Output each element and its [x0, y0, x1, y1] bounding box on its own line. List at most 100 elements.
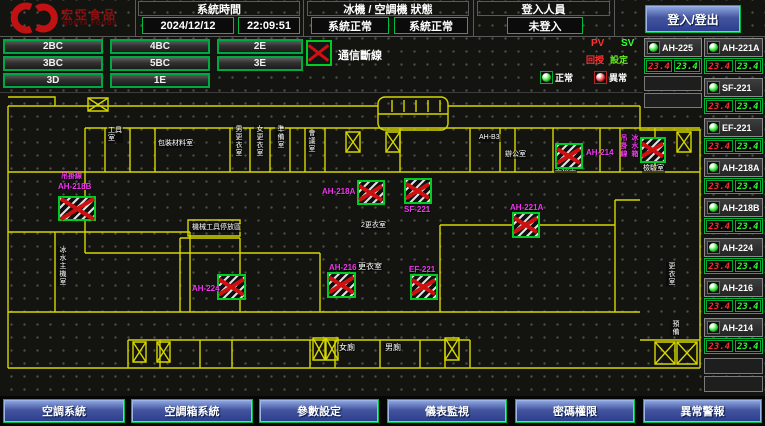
room-label: 會議室: [306, 129, 316, 153]
room-label-mens-toilet: 男廁: [384, 344, 402, 352]
pv-value: 23.4: [706, 60, 733, 72]
feedback-label: 回授: [586, 53, 604, 66]
room-label: 包裝材料室: [157, 140, 194, 148]
unit-row-ah-216[interactable]: AH-216: [704, 278, 763, 297]
unit-values-ah-225: 23.423.4: [644, 58, 702, 74]
sv-value: 23.4: [735, 220, 762, 232]
comm-loss-legend-icon: [306, 40, 332, 66]
device-sf-221-comm-loss[interactable]: [404, 178, 432, 204]
pv-value: 23.4: [706, 220, 733, 232]
floor-button-3bc[interactable]: 3BC: [3, 56, 103, 71]
footer-button-ahu-system[interactable]: 空調箱系統: [132, 400, 252, 422]
room-label-womens-toilet: 女廁: [338, 344, 356, 352]
device-ah-216-comm-loss[interactable]: [327, 272, 356, 298]
room-label: 檢驗室: [642, 165, 665, 173]
normal-led-icon: [540, 71, 553, 84]
legend-normal: 正常: [538, 71, 573, 84]
floor-button-3d[interactable]: 3D: [3, 73, 103, 88]
device-comm-loss[interactable]: [640, 137, 666, 163]
comm-loss-legend-label: 通信斷線: [338, 47, 382, 63]
unit-values-ah-224: 23.423.4: [704, 258, 763, 274]
unit-row-ef-221[interactable]: EF-221: [704, 118, 763, 137]
login-user-label: 登入人員: [477, 1, 610, 16]
unit-name: SF-221: [722, 83, 752, 93]
footer-button-hvac-system[interactable]: 空調系統: [4, 400, 124, 422]
device-label: AH-221A: [510, 203, 543, 212]
status-led-icon: [707, 121, 720, 134]
normal-label: 正常: [555, 71, 573, 84]
status-led-icon: [647, 41, 660, 54]
unit-row-ah-218a[interactable]: AH-218A: [704, 158, 763, 177]
device-ah-221a-comm-loss[interactable]: [512, 212, 540, 238]
device-label: 冰水箱: [629, 134, 639, 158]
unit-name: AH-221A: [722, 43, 760, 53]
sv-value: 23.4: [735, 60, 762, 72]
floor-button-5bc[interactable]: 5BC: [110, 56, 210, 71]
abnormal-led-icon: [594, 71, 607, 84]
pv-value: 23.4: [706, 100, 733, 112]
floor-button-1e[interactable]: 1E: [110, 73, 210, 88]
room-label: 女更衣室: [254, 125, 264, 157]
company-logo-icon: [10, 2, 58, 34]
unit-row-ah-221a[interactable]: AH-221A: [704, 38, 763, 57]
sv-value: 23.4: [674, 60, 700, 72]
status-led-icon: [707, 161, 720, 174]
device-label: SF-221: [404, 205, 430, 214]
room-label: 工具室: [107, 127, 123, 143]
login-status-value: 未登入: [507, 17, 583, 34]
unit-row-ah-224[interactable]: AH-224: [704, 238, 763, 257]
login-logout-button[interactable]: 登入/登出: [646, 6, 740, 32]
chiller-status-value: 系統正常: [311, 17, 389, 34]
unit-name: AH-218A: [722, 163, 760, 173]
floor-button-4bc[interactable]: 4BC: [110, 39, 210, 54]
pv-value: 23.4: [706, 300, 733, 312]
unit-name: EF-221: [722, 123, 752, 133]
unit-name: AH-216: [722, 283, 753, 293]
room-label: 更衣室: [357, 263, 383, 271]
sv-label: SV: [621, 38, 634, 49]
footer-button-alarm[interactable]: 異常警報: [644, 400, 761, 422]
pv-value: 23.4: [706, 180, 733, 192]
unit-name: AH-218B: [722, 203, 760, 213]
device-label: AH-218B: [58, 182, 91, 191]
unit-values-sf-221: 23.423.4: [704, 98, 763, 114]
device-ah-218a-comm-loss[interactable]: [357, 180, 385, 205]
status-led-icon: [707, 321, 720, 334]
device-ah-218b-comm-loss[interactable]: [58, 196, 96, 221]
unit-row-ah-225[interactable]: AH-225: [644, 38, 702, 57]
device-ah-224-comm-loss[interactable]: [217, 274, 246, 300]
room-label: 男更衣室: [233, 125, 243, 157]
floor-button-2bc[interactable]: 2BC: [3, 39, 103, 54]
sv-value: 23.4: [735, 260, 762, 272]
device-label: AH-216: [329, 263, 357, 272]
unit-name: AH-214: [722, 323, 753, 333]
device-ah-214-comm-loss[interactable]: [555, 143, 583, 169]
sv-value: 23.4: [735, 180, 762, 192]
footer-button-meter-monitor[interactable]: 儀表監視: [388, 400, 506, 422]
floor-button-3e[interactable]: 3E: [217, 56, 303, 71]
unit-row-ah-214[interactable]: AH-214: [704, 318, 763, 337]
system-time-label: 系統時間: [138, 1, 300, 16]
unit-values-ah-214: 23.423.4: [704, 338, 763, 354]
footer-button-password-authority[interactable]: 密碼權限: [516, 400, 634, 422]
status-led-icon: [707, 41, 720, 54]
pv-value: 23.4: [646, 60, 672, 72]
device-ef-221-comm-loss[interactable]: [410, 274, 438, 300]
device-label: AH-218A: [322, 187, 355, 196]
footer-button-parameter-settings[interactable]: 參數設定: [260, 400, 378, 422]
room-label: 準備室: [275, 125, 285, 149]
unit-values-ef-221: 23.423.4: [704, 138, 763, 154]
abnormal-label: 異常: [609, 71, 627, 84]
hmi-screen: 宏亞食品 HUNYA FOODS 系統時間 2024/12/12 22:09:5…: [0, 0, 765, 426]
unit-row-ah-218b[interactable]: AH-218B: [704, 198, 763, 217]
status-led-icon: [707, 81, 720, 94]
empty-slot: [644, 93, 702, 108]
device-label: 吊掛線: [61, 171, 82, 181]
device-label: AH-224: [192, 284, 220, 293]
floor-button-2e[interactable]: 2E: [217, 39, 303, 54]
device-label: EF-221: [409, 265, 435, 274]
machine-status-label: 冰機 / 空調機 狀態: [307, 1, 469, 16]
sv-value: 23.4: [735, 100, 762, 112]
pv-label: PV: [591, 38, 604, 49]
unit-row-sf-221[interactable]: SF-221: [704, 78, 763, 97]
